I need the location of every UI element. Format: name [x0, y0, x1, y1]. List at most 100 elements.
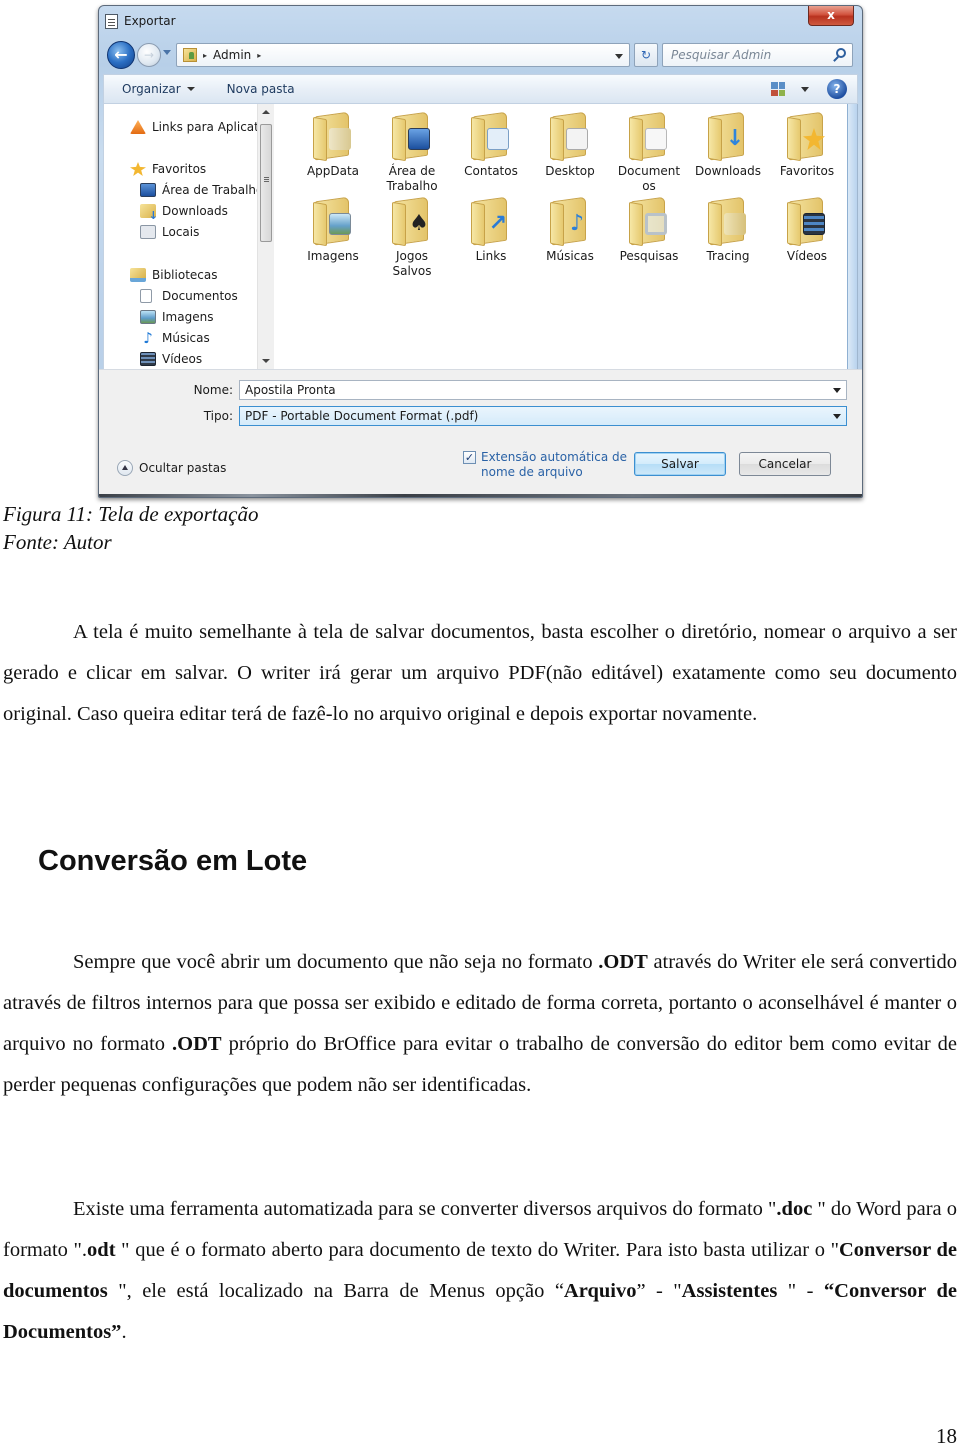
checkbox-checked-icon[interactable]: ✓ [463, 451, 476, 464]
save-button[interactable]: Salvar [634, 452, 726, 476]
file-item-favoritos[interactable]: Favoritos [768, 111, 846, 179]
scroll-down-arrow-icon[interactable] [262, 359, 270, 363]
refresh-button[interactable]: ↻ [634, 43, 658, 67]
search-input[interactable] [671, 44, 851, 66]
sidebar-item-label: Downloads [162, 204, 228, 218]
file-item-imagens[interactable]: Imagens [294, 196, 372, 264]
file-item-pesquisas[interactable]: Pesquisas [610, 196, 688, 264]
bold-text: Assistentes [681, 1280, 778, 1302]
sidebar-item-label: Locais [162, 225, 200, 239]
file-item-links[interactable]: ↗ Links [452, 196, 530, 264]
file-item-contatos[interactable]: Contatos [452, 111, 530, 179]
scroll-up-arrow-icon[interactable] [262, 110, 270, 114]
file-type-value: PDF - Portable Document Format (.pdf) [245, 409, 479, 423]
videos-folder-icon [787, 196, 827, 247]
address-dropdown-icon[interactable] [615, 54, 623, 59]
libraries-icon [130, 268, 146, 282]
change-view-icon[interactable] [771, 82, 785, 96]
organize-label: Organizar [122, 82, 181, 96]
sidebar-item-links-apps[interactable]: Links para Aplicativ [130, 118, 269, 136]
sidebar-item-documents[interactable]: Documentos [140, 287, 238, 305]
sidebar-item-music[interactable]: ♪ Músicas [140, 329, 210, 347]
file-item-desktop[interactable]: Desktop [531, 111, 609, 179]
sidebar-item-favorites[interactable]: Favoritos [130, 160, 206, 178]
figure-caption: Figura 11: Tela de exportação [3, 502, 259, 526]
sidebar-item-recent-places[interactable]: Locais [140, 223, 199, 241]
navigation-pane-scrollbar[interactable] [257, 104, 274, 369]
documents-icon [140, 289, 152, 303]
breadcrumb-admin[interactable]: Admin [213, 48, 251, 62]
paragraph-odt-format: Sempre que você abrir um documento que n… [3, 942, 957, 1106]
recent-locations-dropdown-icon[interactable] [163, 50, 171, 55]
paragraph-document-converter: Existe uma ferramenta automatizada para … [3, 1189, 957, 1353]
file-item-appdata[interactable]: AppData [294, 111, 372, 179]
file-name-input[interactable] [245, 381, 805, 399]
file-list: AppData Área de Trabalho Contatos Deskto… [276, 104, 857, 369]
search-box[interactable] [662, 43, 853, 67]
back-button[interactable]: ← [107, 41, 135, 69]
breadcrumb-separator[interactable]: ▸ [257, 51, 261, 60]
paragraph-export-explanation: A tela é muito semelhante à tela de salv… [3, 612, 957, 735]
scrollbar-thumb[interactable] [260, 124, 272, 242]
favorites-folder-icon [787, 111, 827, 162]
search-icon[interactable] [836, 48, 846, 58]
chevron-down-icon[interactable] [833, 414, 841, 419]
contacts-folder-icon [471, 111, 511, 162]
downloads-folder-icon: ↓ [708, 111, 748, 162]
paragraph-text: A tela é muito semelhante à tela de salv… [3, 621, 957, 725]
forward-button[interactable]: → [137, 43, 161, 67]
sidebar-item-downloads[interactable]: Downloads [140, 202, 228, 222]
desktop-icon [140, 183, 156, 197]
file-item-label: Desktop [545, 164, 595, 178]
close-button[interactable]: x [808, 6, 854, 26]
file-list-scrollbar[interactable] [847, 104, 857, 369]
file-item-tracing[interactable]: Tracing [689, 196, 767, 264]
hide-folders-label: Ocultar pastas [139, 461, 227, 475]
sidebar-item-label: Bibliotecas [152, 268, 218, 282]
export-dialog: Exportar x ← → ▸ Admin ▸ ↻ Organizar Nov… [98, 5, 863, 498]
paragraph-text: Sempre que você abrir um documento que n… [73, 951, 599, 973]
auto-extension-label: Extensão automática de nome de arquivo [481, 450, 627, 480]
file-item-label: Área de [388, 164, 436, 178]
bold-text: odt [87, 1239, 116, 1261]
folder-icon [313, 111, 353, 162]
sidebar-item-label: Músicas [162, 331, 210, 345]
auto-extension-checkbox[interactable]: ✓ Extensão automática de nome de arquivo [463, 450, 627, 480]
new-folder-button[interactable]: Nova pasta [209, 82, 309, 96]
section-heading: Conversão em Lote [38, 845, 308, 877]
view-options-dropdown-icon[interactable] [801, 87, 809, 92]
sidebar-item-pictures[interactable]: Imagens [140, 308, 213, 326]
file-name-field[interactable] [239, 380, 847, 400]
breadcrumb-separator[interactable]: ▸ [203, 51, 207, 60]
file-item-label: Document [617, 164, 681, 178]
file-item-label: Tracing [706, 249, 750, 263]
bold-text: .ODT [172, 1033, 222, 1055]
sidebar-item-videos[interactable]: Vídeos [140, 350, 202, 368]
new-folder-label: Nova pasta [226, 82, 295, 96]
chevron-down-icon[interactable] [833, 388, 841, 393]
name-label: Nome: [193, 383, 233, 397]
sidebar-item-libraries[interactable]: Bibliotecas [130, 266, 217, 284]
navigation-pane: Links para Aplicativ Favoritos Área de T… [104, 104, 269, 369]
collapse-up-icon [117, 460, 133, 476]
desktop-folder-icon [392, 111, 432, 162]
cancel-button[interactable]: Cancelar [739, 452, 831, 476]
address-bar[interactable]: ▸ Admin ▸ [176, 43, 630, 67]
organize-button[interactable]: Organizar [104, 82, 209, 96]
file-item-label: os [642, 179, 656, 193]
save-options-area: Nome: Tipo: PDF - Portable Document Form… [99, 369, 862, 497]
help-icon[interactable]: ? [827, 79, 847, 99]
hide-folders-button[interactable]: Ocultar pastas [117, 460, 226, 476]
file-item-label: Salvos [392, 264, 432, 278]
file-item-jogos-salvos[interactable]: ♠ Jogos Salvos [373, 196, 451, 279]
file-type-select[interactable]: PDF - Portable Document Format (.pdf) [239, 406, 847, 426]
music-folder-icon: ♪ [550, 196, 590, 247]
command-toolbar: Organizar Nova pasta ? [103, 74, 858, 104]
file-item-videos[interactable]: Vídeos [768, 196, 846, 264]
file-item-area-de-trabalho[interactable]: Área de Trabalho [373, 111, 451, 194]
downloads-icon [140, 204, 158, 222]
file-item-musicas[interactable]: ♪ Músicas [531, 196, 609, 264]
file-item-documentos[interactable]: Document os [610, 111, 688, 194]
sidebar-item-desktop[interactable]: Área de Trabalho [140, 181, 263, 199]
file-item-downloads[interactable]: ↓ Downloads [689, 111, 767, 179]
